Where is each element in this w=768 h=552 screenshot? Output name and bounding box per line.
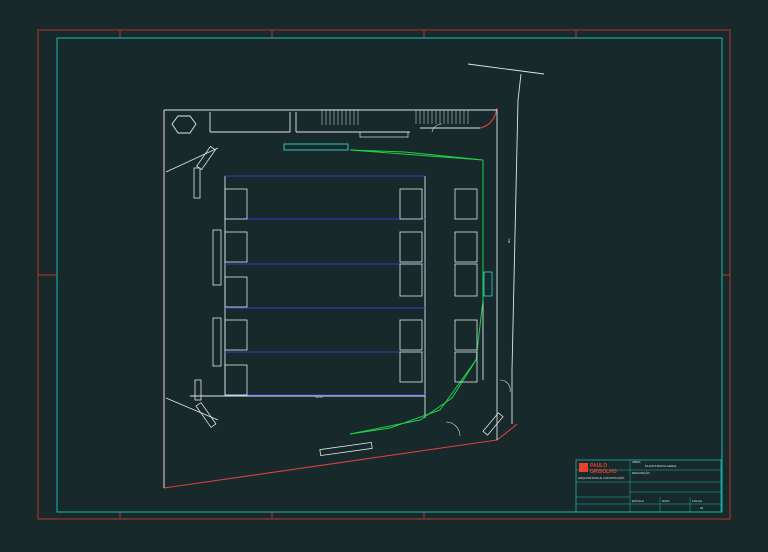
blue-grid — [225, 175, 425, 396]
top-hatch — [321, 109, 469, 125]
hexagon-symbol — [171, 115, 197, 134]
green-path — [349, 149, 484, 435]
field-label-data: DATA — [662, 499, 670, 503]
title-block: PAULO GRISOLHO ARQUITETURA E CONSTRUÇÃO … — [575, 459, 722, 513]
field-label-obra: OBRA — [632, 460, 641, 464]
brand-subtitle: ARQUITETURA E CONSTRUÇÃO — [578, 475, 625, 480]
street-label: RUA — [507, 238, 511, 243]
outer-frame — [37, 29, 731, 520]
top-bench — [359, 131, 409, 138]
brand-logo-icon — [579, 463, 588, 472]
entrance-block — [483, 271, 493, 297]
sheet-number: 01 — [700, 506, 704, 510]
brand-name-line2: GRISOLHO — [590, 469, 617, 475]
field-label-folha: FOLHA — [692, 499, 702, 503]
bottom-bench — [319, 441, 373, 457]
lot-boundary — [163, 107, 518, 489]
cad-drawing-canvas: RUA SALÃO PAULO GRISOLHO ARQUITETURA E C… — [37, 29, 731, 520]
door-swings — [431, 123, 511, 437]
left-furniture — [193, 145, 222, 428]
field-label-escala: ESCALA — [632, 499, 644, 503]
building-walls — [163, 109, 498, 488]
field-label-descricao: DESCRIÇÃO — [632, 470, 651, 475]
street-lines: RUA — [467, 63, 545, 424]
top-counter — [283, 143, 349, 151]
booths — [224, 188, 478, 396]
inner-frame — [56, 37, 723, 513]
right-bench — [482, 412, 504, 436]
project-title: PLANTA BAIXA GERAL — [645, 464, 677, 468]
